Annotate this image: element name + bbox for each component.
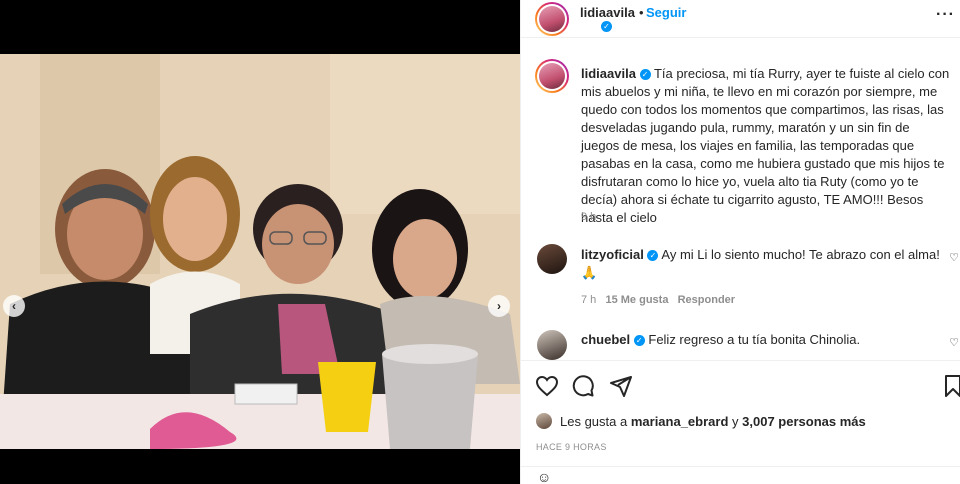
comment-like-icon[interactable]: ♡ [949, 336, 959, 349]
separator-dot: • [639, 5, 644, 20]
caption: lidiaavila ✓ Tía preciosa, mi tía Rurry,… [581, 65, 951, 227]
media-pane: ‹ › [0, 0, 520, 484]
photo-illustration [0, 54, 520, 449]
author-avatar[interactable] [535, 2, 569, 36]
comment-emoji: 🙏 [581, 266, 598, 281]
post-sidebar: lidiaavila ✓ Seguir • ··· lidiaavila ✓ T… [520, 0, 960, 484]
verified-icon: ✓ [639, 69, 651, 81]
comment-item: chuebel ✓ Feliz regreso a tu tía bonita … [581, 331, 941, 349]
post-photo[interactable]: ‹ › [0, 54, 520, 449]
likes-count[interactable]: 3,007 personas más [742, 414, 866, 429]
caption-avatar[interactable] [535, 59, 569, 93]
comment-time[interactable]: 7 h [581, 294, 596, 306]
chevron-left-icon: ‹ [12, 299, 16, 313]
verified-icon: ✓ [647, 250, 659, 262]
comment-username[interactable]: litzyoficial [581, 247, 644, 262]
likes-connector: y [732, 413, 739, 429]
follow-button[interactable]: Seguir [646, 5, 686, 20]
likes-summary: Les gusta a mariana_ebrard y 3,007 perso… [536, 413, 866, 429]
comment-icon[interactable] [571, 374, 595, 398]
comments-list: lidiaavila ✓ Tía preciosa, mi tía Rurry,… [521, 39, 960, 361]
verified-icon: ✓ [601, 21, 612, 32]
action-bar [521, 368, 960, 404]
emoji-icon[interactable]: ☺ [537, 469, 551, 484]
post-time[interactable]: HACE 9 HORAS [536, 442, 607, 452]
add-comment-bar[interactable]: ☺ [521, 466, 960, 484]
caption-username[interactable]: lidiaavila [581, 66, 636, 81]
heart-icon[interactable] [535, 374, 559, 398]
bookmark-icon[interactable] [941, 374, 960, 398]
carousel-next-button[interactable]: › [488, 295, 510, 317]
commenter-avatar[interactable] [537, 330, 567, 360]
comment-likes[interactable]: 15 Me gusta [605, 294, 668, 306]
comment-text: Feliz regreso a tu tía bonita Chinolia. [648, 332, 861, 347]
comment-username[interactable]: chuebel [581, 332, 630, 347]
commenter-avatar[interactable] [537, 244, 567, 274]
chevron-right-icon: › [497, 299, 501, 313]
author-username[interactable]: lidiaavila [580, 5, 635, 20]
share-icon[interactable] [609, 374, 633, 398]
reply-button[interactable]: Responder [678, 294, 735, 306]
liker-avatar[interactable] [536, 413, 552, 429]
more-icon[interactable]: ··· [936, 6, 955, 24]
likes-prefix: Les gusta a [560, 413, 628, 429]
carousel-prev-button[interactable]: ‹ [3, 295, 25, 317]
comment-meta: 7 h 15 Me gusta Responder [581, 294, 735, 306]
liker-username[interactable]: mariana_ebrard [631, 414, 729, 429]
comment-text: Ay mi Li lo siento mucho! Te abrazo con … [661, 247, 940, 262]
comment-item: litzyoficial ✓ Ay mi Li lo siento mucho!… [581, 246, 941, 283]
caption-time[interactable]: 9 h [581, 211, 596, 223]
comment-like-icon[interactable]: ♡ [949, 251, 959, 264]
caption-text: Tía preciosa, mi tía Rurry, ayer te fuis… [581, 66, 950, 225]
verified-icon: ✓ [633, 335, 645, 347]
post-header: lidiaavila ✓ Seguir • ··· [521, 0, 960, 38]
